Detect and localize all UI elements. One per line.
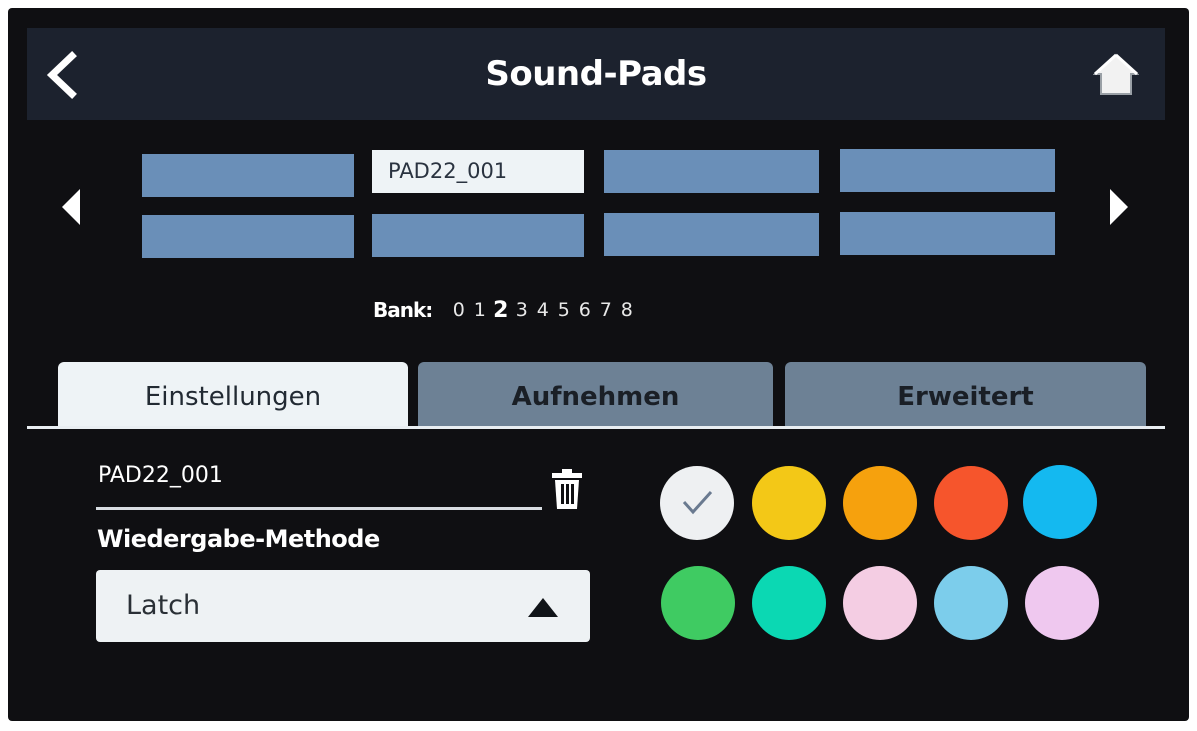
previous-pads-button[interactable]: [58, 185, 82, 229]
sound-pad-8[interactable]: [840, 212, 1055, 255]
tab-aufnehmen[interactable]: Aufnehmen: [418, 362, 773, 426]
bank-6[interactable]: 6: [574, 299, 595, 321]
sound-pad-6[interactable]: [372, 214, 584, 257]
pad-name-field[interactable]: PAD22_001: [98, 463, 223, 488]
color-swatch-teal[interactable]: [752, 566, 826, 640]
bank-7[interactable]: 7: [595, 299, 616, 321]
color-swatch-lavender[interactable]: [1025, 566, 1099, 640]
bank-5[interactable]: 5: [553, 299, 574, 321]
color-swatch-red-orange[interactable]: [934, 466, 1008, 540]
bank-4[interactable]: 4: [532, 299, 553, 321]
bank-1[interactable]: 1: [469, 299, 490, 321]
tab-divider: [27, 426, 1165, 429]
color-swatch-yellow[interactable]: [752, 466, 826, 540]
triangle-right-icon: [1110, 189, 1128, 225]
header-bar: Sound-Pads: [27, 28, 1165, 120]
sound-pad-3[interactable]: [604, 150, 819, 193]
playback-method-label: Wiedergabe-Methode: [97, 525, 380, 553]
bank-3[interactable]: 3: [511, 299, 532, 321]
color-swatch-orange[interactable]: [843, 466, 917, 540]
home-icon: [1092, 53, 1140, 95]
bank-2[interactable]: 2: [490, 298, 511, 323]
trash-icon: [552, 469, 582, 509]
next-pads-button[interactable]: [1108, 185, 1132, 229]
sound-pad-2[interactable]: PAD22_001: [372, 150, 584, 193]
chevron-left-icon: [46, 51, 77, 99]
sound-pad-7[interactable]: [604, 213, 819, 256]
color-swatch-green[interactable]: [661, 566, 735, 640]
delete-button[interactable]: [551, 468, 583, 510]
sound-pad-1[interactable]: [142, 154, 354, 197]
pad-name-underline: [96, 507, 542, 510]
bank-label: Bank:: [373, 298, 433, 322]
playback-method-dropdown[interactable]: Latch: [96, 570, 590, 642]
back-button[interactable]: [40, 50, 84, 100]
home-button[interactable]: [1092, 52, 1140, 96]
triangle-left-icon: [62, 189, 80, 225]
playback-method-value: Latch: [126, 590, 201, 621]
tab-einstellungen[interactable]: Einstellungen: [58, 362, 408, 428]
bank-8[interactable]: 8: [616, 299, 637, 321]
color-swatch-pink[interactable]: [843, 566, 917, 640]
tab-erweitert[interactable]: Erweitert: [785, 362, 1146, 426]
check-icon: [682, 490, 713, 515]
sound-pad-4[interactable]: [840, 149, 1055, 192]
color-swatch-light-blue[interactable]: [934, 566, 1008, 640]
sound-pad-5[interactable]: [142, 215, 354, 258]
bank-selector: Bank: 0 1 2 3 4 5 6 7 8: [373, 295, 637, 325]
color-swatch-blue[interactable]: [1023, 465, 1097, 539]
color-swatch-white[interactable]: [660, 466, 734, 540]
triangle-up-icon: [528, 598, 558, 617]
bank-0[interactable]: 0: [448, 299, 469, 321]
page-title: Sound-Pads: [485, 54, 707, 94]
